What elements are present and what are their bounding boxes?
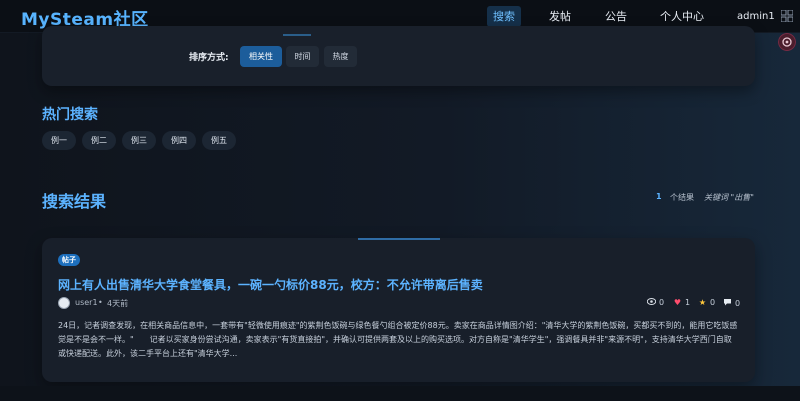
page-footer-strip xyxy=(0,386,800,401)
search-keyword: 关键词 "出售" xyxy=(704,193,754,202)
results-title: 搜索结果 xyxy=(42,192,107,211)
hot-search-title: 热门搜索 xyxy=(42,107,98,123)
likes-count: 1 xyxy=(685,298,691,307)
meta-separator: • xyxy=(98,298,103,307)
likes-stat[interactable]: ♥ 1 xyxy=(673,298,690,307)
sort-relevance-button[interactable]: 相关性 xyxy=(240,46,282,67)
views-count: 0 xyxy=(659,298,665,307)
favorites-stat[interactable]: ★ 0 xyxy=(698,298,715,307)
hot-tag[interactable]: 例二 xyxy=(82,131,116,150)
sort-popularity-button[interactable]: 热度 xyxy=(324,46,357,67)
hot-tag[interactable]: 例四 xyxy=(162,131,196,150)
favorites-count: 0 xyxy=(710,298,716,307)
nav-announcements[interactable]: 公告 xyxy=(601,6,631,27)
sort-time-button[interactable]: 时间 xyxy=(286,46,319,67)
user-menu[interactable]: admin1 xyxy=(737,6,775,27)
floating-widget-icon[interactable] xyxy=(778,33,796,51)
result-count: 1 xyxy=(656,192,662,201)
search-panel: 排序方式: 相关性 时间 热度 xyxy=(42,26,755,86)
hot-tag[interactable]: 例一 xyxy=(42,131,76,150)
star-icon: ★ xyxy=(698,298,707,307)
heart-icon: ♥ xyxy=(673,298,682,307)
result-count-label: 个结果 xyxy=(670,193,694,202)
hot-tag[interactable]: 例三 xyxy=(122,131,156,150)
result-card[interactable]: 帖子 网上有人出售清华大学食堂餐具，一碗一勺标价88元，校方：不允许带离后售卖 … xyxy=(42,238,755,382)
nav-search[interactable]: 搜索 xyxy=(487,6,521,27)
post-time: 4天前 xyxy=(107,299,129,308)
nav-post[interactable]: 发帖 xyxy=(545,6,575,27)
nav-profile[interactable]: 个人中心 xyxy=(657,6,707,27)
comments-stat[interactable]: 0 xyxy=(723,298,740,308)
hot-tag[interactable]: 例五 xyxy=(202,131,236,150)
post-title[interactable]: 网上有人出售清华大学食堂餐具，一碗一勺标价88元，校方：不允许带离后售卖 xyxy=(58,276,483,293)
grid-icon[interactable] xyxy=(781,10,793,22)
post-excerpt: 24日，记者调查发现，在相关商品信息中，一套带有"轻微使用痕迹"的紫荆色饭碗与绿… xyxy=(58,321,738,358)
post-type-badge: 帖子 xyxy=(58,254,80,266)
card-accent-line xyxy=(358,238,440,240)
comment-icon xyxy=(723,298,732,308)
panel-accent-line xyxy=(283,34,311,36)
eye-icon xyxy=(646,298,657,307)
avatar[interactable] xyxy=(58,297,70,309)
views-stat: 0 xyxy=(646,298,665,307)
sort-label: 排序方式: xyxy=(189,53,229,63)
comments-count: 0 xyxy=(735,299,741,308)
post-author[interactable]: user1 xyxy=(75,298,98,307)
